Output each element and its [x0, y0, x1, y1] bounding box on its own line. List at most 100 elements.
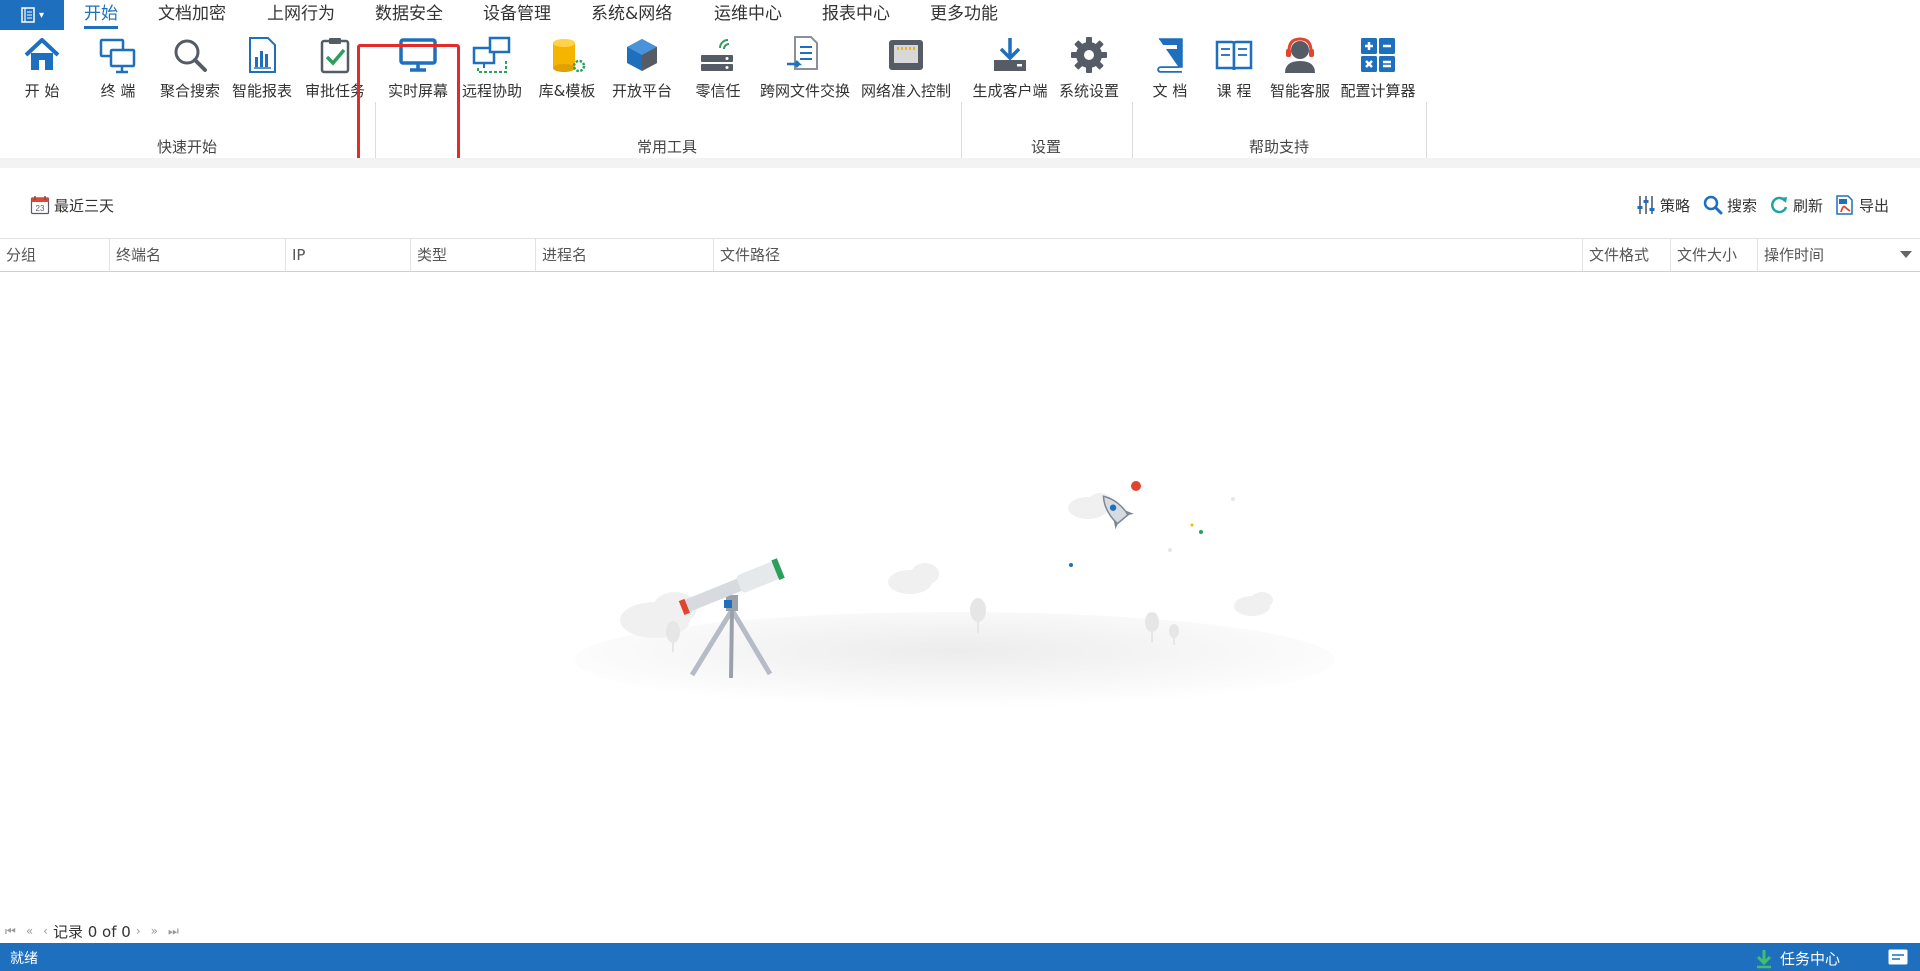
report-chart-icon	[249, 37, 276, 73]
refresh-button[interactable]: 刷新	[1769, 194, 1823, 216]
search-icon	[174, 39, 207, 72]
column-header-terminal-name[interactable]: 终端名	[110, 239, 286, 271]
cross-network-file-button[interactable]: 跨网文件交换	[757, 34, 853, 106]
app-menu-icon	[21, 7, 35, 23]
status-text: 就绪	[10, 951, 38, 967]
group-label-help-support: 帮助支持	[1248, 138, 1310, 156]
group-label-settings: 设置	[1030, 138, 1062, 156]
column-chooser-dropdown-icon[interactable]	[1900, 251, 1912, 258]
zero-trust-button[interactable]: 零信任	[686, 34, 750, 106]
strategy-label: 策略	[1660, 196, 1691, 215]
courses-label: 课 程	[1216, 82, 1252, 100]
tab-system-network[interactable]: 系统&网络	[591, 0, 672, 30]
generate-client-button[interactable]: 生成客户端	[970, 34, 1050, 106]
smart-service-label: 智能客服	[1269, 82, 1330, 100]
tab-more-features[interactable]: 更多功能	[930, 0, 998, 30]
column-header-group[interactable]: 分组	[0, 239, 110, 271]
smart-report-label: 智能报表	[231, 82, 292, 100]
terminal-button[interactable]: 终 端	[92, 34, 144, 106]
export-button[interactable]: 导出	[1835, 194, 1889, 216]
tab-data-security[interactable]: 数据安全	[375, 0, 443, 30]
strategy-button[interactable]: 策略	[1636, 194, 1690, 216]
next-page-icon[interactable]: ›	[136, 924, 141, 938]
tab-start[interactable]: 开始	[84, 0, 118, 30]
task-center-button[interactable]: 任务中心	[1754, 948, 1840, 969]
config-calculator-label: 配置计算器	[1340, 82, 1416, 100]
export-pdf-icon	[1836, 195, 1853, 215]
tab-internet-behavior[interactable]: 上网行为	[267, 0, 335, 30]
export-label: 导出	[1859, 196, 1890, 215]
tab-ops-center[interactable]: 运维中心	[714, 0, 782, 30]
home-button[interactable]: 开 始	[16, 34, 68, 106]
system-settings-button[interactable]: 系统设置	[1056, 34, 1122, 106]
prev-group-icon[interactable]: «	[26, 924, 33, 938]
calculator-icon	[1361, 38, 1395, 72]
documents-button[interactable]: 文 档	[1143, 34, 1197, 106]
realtime-screen-button[interactable]: 实时屏幕	[386, 34, 450, 106]
open-platform-button[interactable]: 开放平台	[610, 34, 674, 106]
documents-label: 文 档	[1152, 82, 1188, 100]
file-transfer-icon	[787, 36, 818, 70]
cross-network-file-label: 跨网文件交换	[759, 82, 850, 100]
aggregate-search-button[interactable]: 聚合搜索	[158, 34, 222, 106]
courses-button[interactable]: 课 程	[1207, 34, 1261, 106]
aggregate-search-label: 聚合搜索	[159, 82, 220, 100]
refresh-icon	[1771, 196, 1788, 214]
remote-assist-label: 远程协助	[461, 82, 522, 100]
network-access-control-button[interactable]: 网络准入控制	[858, 34, 954, 106]
last-page-icon[interactable]: ⏭	[168, 924, 179, 939]
column-header-file-format[interactable]: 文件格式	[1583, 239, 1671, 271]
column-header-type[interactable]: 类型	[411, 239, 536, 271]
tab-report-center[interactable]: 报表中心	[822, 0, 890, 30]
column-header-operation-time[interactable]: 操作时间	[1758, 239, 1920, 271]
calendar-icon: 23	[30, 196, 50, 215]
smart-report-button[interactable]: 智能报表	[230, 34, 294, 106]
home-icon	[24, 38, 60, 70]
message-icon[interactable]	[1888, 949, 1908, 965]
ribbon-bottom-strip	[0, 158, 1920, 168]
prev-page-icon[interactable]: ‹	[43, 924, 48, 938]
download-arrow-icon	[1756, 949, 1772, 968]
approval-task-button[interactable]: 审批任务	[303, 34, 367, 106]
pager: ⏮ « ‹ 记录 0 of 0 › » ⏭	[0, 919, 184, 943]
app-menu-button[interactable]: ▾	[0, 0, 64, 30]
date-range-filter[interactable]: 23 最近三天	[30, 194, 114, 216]
database-icon	[553, 39, 586, 73]
calendar-icon-day: 23	[36, 204, 45, 213]
library-template-button[interactable]: 库&模板	[535, 34, 599, 106]
system-settings-label: 系统设置	[1058, 82, 1119, 100]
zero-trust-label: 零信任	[695, 82, 741, 100]
config-calculator-button[interactable]: 配置计算器	[1338, 34, 1418, 106]
record-count-text: 记录 0 of 0	[52, 922, 131, 941]
ribbon: 开 始 终 端 聚合搜索 智能报表 审批任务 实时屏幕 远程协助 库&模板 开放…	[0, 30, 1920, 186]
book-icon	[1157, 38, 1183, 73]
server-wifi-icon	[701, 39, 733, 71]
task-center-label: 任务中心	[1779, 950, 1840, 968]
tab-doc-encryption[interactable]: 文档加密	[158, 0, 226, 30]
open-platform-label: 开放平台	[611, 82, 672, 100]
group-label-quick-start: 快速开始	[156, 138, 218, 156]
smart-service-button[interactable]: 智能客服	[1267, 34, 1333, 106]
terminal-icon	[99, 38, 136, 74]
grid-header: 分组 终端名 IP 类型 进程名 文件路径 文件格式 文件大小 操作时间	[0, 238, 1920, 272]
column-header-ip[interactable]: IP	[286, 239, 411, 271]
remote-assist-button[interactable]: 远程协助	[460, 34, 524, 106]
column-header-process-name[interactable]: 进程名	[536, 239, 714, 271]
menu-bar: ▾ 开始 文档加密 上网行为 数据安全 设备管理 系统&网络 运维中心 报表中心…	[0, 0, 1920, 30]
network-access-control-label: 网络准入控制	[860, 82, 951, 100]
home-button-label: 开 始	[24, 82, 60, 100]
download-icon	[994, 38, 1026, 71]
status-bar: 就绪 任务中心	[0, 943, 1920, 971]
realtime-screen-label: 实时屏幕	[387, 82, 448, 100]
column-header-file-size[interactable]: 文件大小	[1671, 239, 1758, 271]
first-page-icon[interactable]: ⏮	[5, 924, 16, 939]
next-group-icon[interactable]: »	[151, 924, 158, 938]
tab-device-management[interactable]: 设备管理	[483, 0, 551, 30]
gear-icon	[1071, 37, 1107, 73]
search-button[interactable]: 搜索	[1703, 194, 1757, 216]
network-port-icon	[889, 40, 923, 70]
column-header-file-path[interactable]: 文件路径	[714, 239, 1583, 271]
refresh-label: 刷新	[1793, 196, 1824, 215]
search-icon	[1703, 195, 1723, 215]
terminal-button-label: 终 端	[100, 82, 136, 100]
